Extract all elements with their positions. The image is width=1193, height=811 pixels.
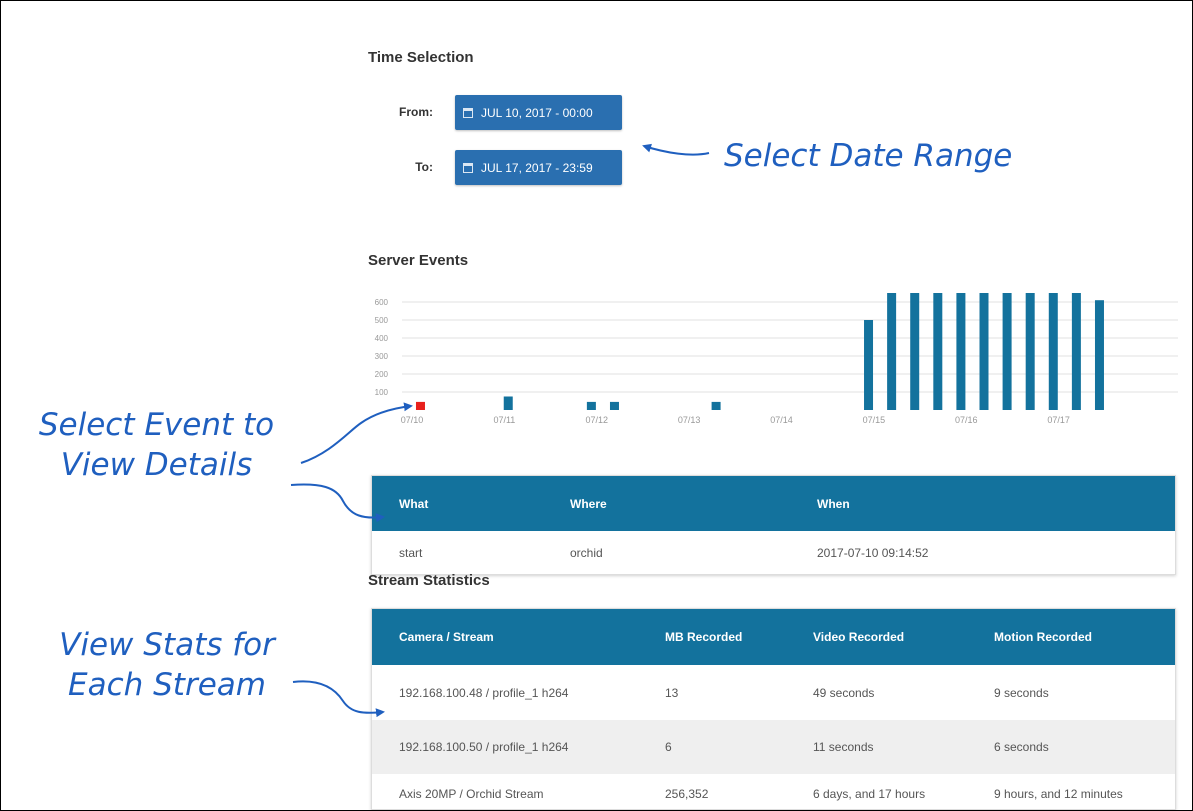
- page-frame: Time Selection From: JUL 10, 2017 - 00:0…: [0, 0, 1193, 811]
- arrow-date-range: [642, 143, 710, 156]
- arrow-view-details: [290, 483, 385, 523]
- annotation-arrows: [290, 143, 710, 718]
- arrow-select-event: [300, 402, 413, 464]
- arrow-view-stats: [292, 680, 385, 718]
